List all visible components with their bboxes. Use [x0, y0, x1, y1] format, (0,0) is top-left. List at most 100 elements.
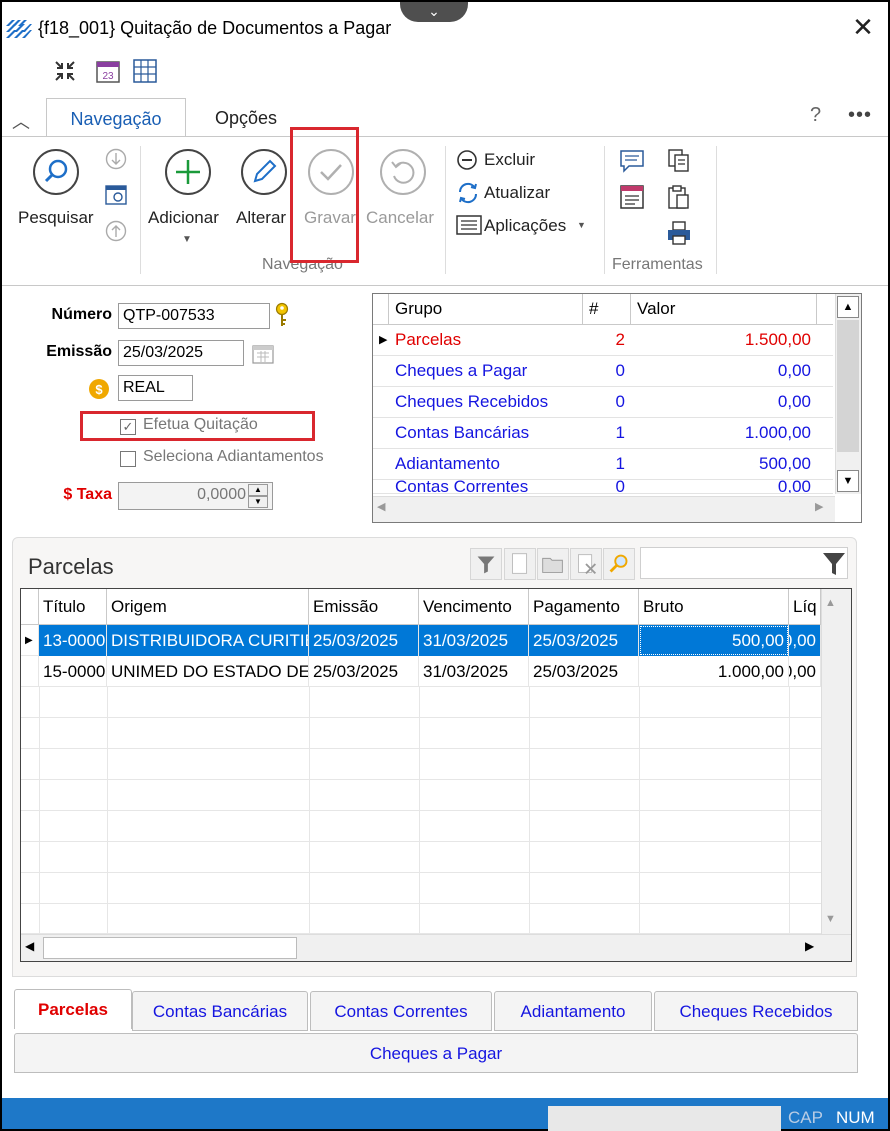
scroll-left-icon[interactable]: ◀ [25, 939, 34, 953]
valor-cell: 0,00 [777, 480, 811, 494]
bruto-cell: 500,00 [639, 625, 789, 656]
groups-grid-hscrollbar[interactable] [373, 496, 835, 522]
seleciona-adiantamentos-checkbox[interactable] [120, 451, 136, 467]
tab-cheques-a-pagar[interactable]: Cheques a Pagar [14, 1033, 858, 1073]
view-record-icon[interactable] [105, 184, 129, 206]
groups-grid-header: Grupo # Valor [373, 294, 833, 325]
print-icon[interactable] [666, 220, 692, 246]
refresh-icon[interactable] [456, 181, 480, 205]
adicionar-button[interactable]: Adicionar [148, 208, 219, 228]
groups-grid-scroll-thumb[interactable] [837, 320, 859, 452]
toolbar-delete-document-icon[interactable] [570, 548, 602, 580]
column-header-pagamento[interactable]: Pagamento [529, 589, 639, 625]
ribbon-collapse-icon[interactable]: ︿ [12, 108, 30, 134]
column-divider [107, 687, 108, 934]
row-indicator [21, 656, 39, 687]
more-options-icon[interactable]: ••• [848, 104, 872, 127]
column-header-origem[interactable]: Origem [107, 589, 309, 625]
tab-contas-bancarias[interactable]: Contas Bancárias [132, 991, 308, 1031]
delete-circle-icon[interactable] [456, 149, 478, 171]
table-row[interactable]: 15-0000 UNIMED DO ESTADO DE 25/03/2025 3… [21, 656, 821, 687]
column-divider [309, 687, 310, 934]
scroll-up-icon[interactable]: ▲ [825, 597, 836, 609]
undo-icon[interactable] [379, 148, 427, 196]
numero-field[interactable]: QTP-007533 [118, 303, 270, 329]
copy-icon[interactable] [666, 148, 692, 174]
parcelas-hscroll-thumb[interactable] [43, 937, 297, 959]
emissao-field[interactable]: 25/03/2025 [118, 340, 244, 366]
comment-icon[interactable] [619, 148, 645, 174]
collapse-chevron-icon[interactable]: ⌄ [400, 2, 468, 22]
search-icon[interactable] [32, 148, 80, 196]
funnel-icon[interactable] [822, 551, 846, 577]
column-divider [529, 687, 530, 934]
tab-adiantamento[interactable]: Adiantamento [494, 991, 652, 1031]
scroll-down-icon[interactable]: ▼ [837, 470, 859, 492]
table-row[interactable]: Cheques Recebidos 0 0,00 [373, 387, 833, 418]
adicionar-dropdown-icon[interactable]: ▼ [182, 234, 192, 245]
scroll-right-icon[interactable]: ▶ [805, 939, 814, 953]
arrow-down-circle-icon[interactable] [105, 148, 127, 170]
emissao-cell: 25/03/2025 [309, 625, 419, 656]
valor-cell: 500,00 [759, 454, 811, 473]
column-header-valor[interactable]: Valor [631, 294, 817, 325]
tab-parcelas[interactable]: Parcelas [14, 989, 132, 1029]
column-header-count[interactable]: # [583, 294, 631, 325]
table-row[interactable]: Cheques a Pagar 0 0,00 [373, 356, 833, 387]
toolbar-open-folder-icon[interactable] [537, 548, 569, 580]
taxa-spin-up-icon[interactable]: ▲ [248, 484, 268, 496]
table-row[interactable]: Adiantamento 1 500,00 [373, 449, 833, 480]
column-header-liq[interactable]: Líq [789, 589, 821, 625]
tab-cheques-recebidos[interactable]: Cheques Recebidos [654, 991, 858, 1031]
scroll-right-icon[interactable]: ▶ [815, 500, 823, 513]
aplicacoes-button[interactable]: Aplicações [484, 216, 566, 236]
add-icon[interactable] [164, 148, 212, 196]
tab-contas-correntes[interactable]: Contas Correntes [310, 991, 492, 1031]
column-header-vencimento[interactable]: Vencimento [419, 589, 529, 625]
count-cell: 2 [615, 330, 625, 349]
applications-icon[interactable] [456, 214, 482, 236]
parcelas-grid-vscrollbar[interactable] [821, 589, 851, 934]
excluir-button[interactable]: Excluir [484, 150, 535, 170]
tab-opcoes[interactable]: Opções [196, 98, 296, 138]
atualizar-button[interactable]: Atualizar [484, 183, 550, 203]
parcelas-filter-input[interactable] [640, 547, 848, 579]
column-header-grupo[interactable]: Grupo [389, 294, 583, 325]
form-window-icon[interactable] [619, 184, 645, 210]
vencimento-cell: 31/03/2025 [419, 625, 529, 656]
parcelas-title: Parcelas [28, 554, 114, 579]
calendar-icon[interactable]: 23 [95, 58, 121, 84]
taxa-spin-down-icon[interactable]: ▼ [248, 496, 268, 508]
scroll-up-icon[interactable]: ▲ [837, 296, 859, 318]
edit-pencil-icon[interactable] [240, 148, 288, 196]
column-header-bruto[interactable]: Bruto [639, 589, 789, 625]
compress-icon[interactable] [52, 58, 78, 84]
table-row[interactable]: Contas Bancárias 1 1.000,00 [373, 418, 833, 449]
table-row[interactable]: ▶ 13-0000 DISTRIBUIDORA CURITIB 25/03/20… [21, 625, 821, 656]
cancelar-button[interactable]: Cancelar [366, 208, 434, 228]
aplicacoes-dropdown-icon[interactable]: ▼ [577, 220, 586, 230]
moeda-field[interactable]: REAL [118, 375, 193, 401]
pesquisar-button[interactable]: Pesquisar [18, 208, 94, 228]
grupo-cell: Cheques Recebidos [395, 392, 549, 411]
column-header-titulo[interactable]: Título [39, 589, 107, 625]
scroll-down-icon[interactable]: ▼ [825, 913, 836, 925]
scroll-left-icon[interactable]: ◀ [377, 500, 385, 513]
paste-icon[interactable] [666, 184, 692, 210]
close-button[interactable]: ✕ [848, 12, 878, 42]
column-header-emissao[interactable]: Emissão [309, 589, 419, 625]
table-row[interactable]: ▶ Parcelas 2 1.500,00 [373, 325, 833, 356]
row-indicator-header [373, 294, 389, 325]
alterar-button[interactable]: Alterar [236, 208, 286, 228]
toolbar-search-icon[interactable] [603, 548, 635, 580]
date-picker-icon[interactable] [252, 344, 274, 364]
empty-row [21, 904, 821, 934]
toolbar-new-document-icon[interactable] [504, 548, 536, 580]
help-icon[interactable]: ? [810, 104, 821, 127]
empty-row [21, 749, 821, 780]
tab-navegacao[interactable]: Navegação [46, 98, 186, 138]
arrow-up-circle-icon[interactable] [105, 220, 127, 242]
grid-settings-icon[interactable] [132, 58, 158, 84]
table-row[interactable]: Contas Correntes 0 0,00 [373, 480, 833, 494]
toolbar-filter-icon[interactable] [470, 548, 502, 580]
